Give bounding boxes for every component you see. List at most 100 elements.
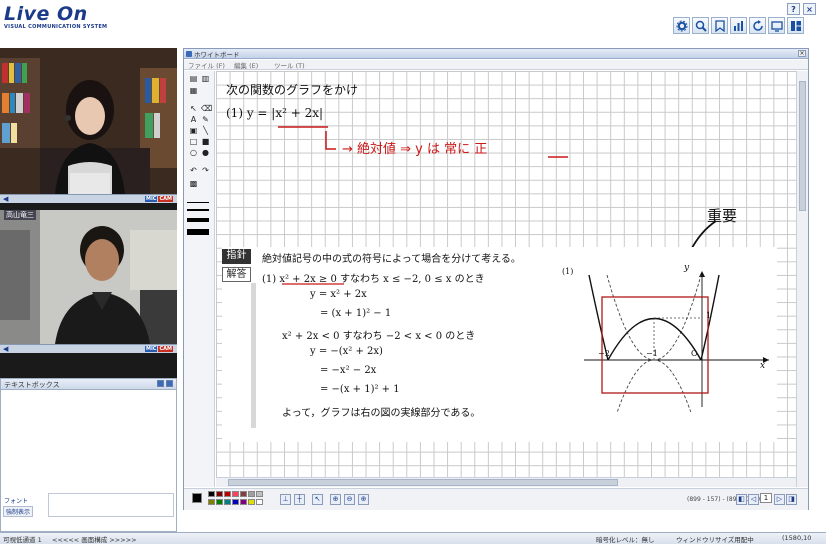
gear-icon[interactable] [673, 17, 690, 34]
line-icon[interactable]: ╲ [201, 126, 210, 135]
textbox-title: テキストボックス [4, 381, 60, 389]
video-1-bar: ◀ MIC CAM [0, 194, 177, 203]
force-display-button[interactable]: 強制表示 [3, 506, 34, 517]
app-logo: Live On VISUAL COMMUNICATION SYSTEM [4, 3, 107, 30]
video-feed-1: ◀ MIC CAM [0, 48, 177, 206]
zoom-fit-icon[interactable]: ⊕ [330, 494, 341, 505]
graph-tick-minus2: −2 [598, 349, 610, 358]
color-swatch[interactable] [256, 499, 263, 505]
undo-icon[interactable]: ↶ [189, 166, 198, 175]
paste-icon[interactable]: ▥ [201, 74, 210, 83]
text-tool-icon[interactable]: A [189, 115, 198, 124]
select-icon[interactable]: ↖ [189, 104, 198, 113]
line-width-thin[interactable] [187, 202, 209, 203]
minimize-icon[interactable] [157, 380, 164, 387]
vertical-scrollbar-thumb[interactable] [799, 81, 806, 211]
menu-edit[interactable]: 編集 (E) [234, 60, 258, 70]
menu-file[interactable]: ファイル (F) [188, 60, 225, 70]
help-button[interactable]: ? [787, 3, 800, 15]
horizontal-scrollbar-thumb[interactable] [228, 479, 618, 486]
color-swatch[interactable] [248, 499, 255, 505]
copy-icon[interactable]: ▤ [189, 74, 198, 83]
image-icon[interactable]: ▩ [189, 179, 198, 188]
current-color-swatch[interactable] [192, 493, 202, 503]
color-swatch[interactable] [224, 491, 231, 497]
marker-icon[interactable]: ▣ [189, 126, 198, 135]
color-swatch[interactable] [248, 491, 255, 497]
solution-line-6: = −x² − 2x [320, 365, 377, 376]
whiteboard-titlebar: ホワイトボード × [184, 49, 808, 59]
whiteboard-canvas[interactable]: 次の関数のグラフをかけ (1) y = |x² + 2x| → 絶対値 ⇒ y … [216, 71, 796, 487]
whiteboard-close-button[interactable]: × [798, 50, 806, 57]
page-number[interactable]: 1 [760, 493, 772, 503]
whiteboard-bottom-toolbar: ⊥ ┼ ↖ ⊕ ⊖ ⊕ (899 - 157) - (899 - 157) ◧ … [184, 488, 808, 510]
solution-line-4: x² + 2x < 0 すなわち −2 < x < 0 のとき [282, 331, 476, 342]
mic-badge[interactable]: MIC [144, 196, 158, 202]
color-swatch[interactable] [232, 491, 239, 497]
zoom-in-icon[interactable]: ⊕ [358, 494, 369, 505]
color-swatch[interactable] [216, 491, 223, 497]
monitor-icon[interactable] [768, 17, 785, 34]
graph-x-axis-label: x [760, 361, 766, 371]
pointer-icon[interactable]: ↖ [312, 494, 323, 505]
pin-icon[interactable]: ⊥ [280, 494, 291, 505]
zoom-out-icon[interactable]: ⊖ [344, 494, 355, 505]
prev-page-icon[interactable]: ◁ [748, 494, 759, 505]
status-nav[interactable]: <<<<< 画面構成 >>>>> [52, 534, 137, 544]
print-icon[interactable]: ▦ [189, 86, 198, 95]
close-button[interactable]: × [803, 3, 816, 15]
video-1-image [0, 48, 177, 194]
refresh-icon[interactable] [749, 17, 766, 34]
line-width-heavy[interactable] [187, 229, 209, 235]
textbox-panel: テキストボックス フォント 強制表示 [0, 378, 177, 532]
menu-tools[interactable]: ツール (T) [274, 60, 305, 70]
font-button[interactable]: フォント [4, 496, 28, 505]
window-controls: ? × [787, 3, 816, 15]
rect-fill-icon[interactable]: ■ [201, 137, 210, 146]
graph-label: (1) [562, 267, 574, 276]
rect-outline-icon[interactable]: □ [189, 137, 198, 146]
cam-badge[interactable]: CAM [158, 196, 173, 202]
whiteboard-window: ホワイトボード × ファイル (F) 編集 (E) ツール (T) ▤ ▥ ▦ … [183, 48, 809, 510]
solution-block: 指針 解答 絶対値記号の中の式の符号によって場合を分けて考える。 (1) x² … [222, 247, 777, 446]
speaker-icon[interactable]: ◀ [3, 345, 8, 353]
color-swatch[interactable] [240, 491, 247, 497]
video-feed-2: 高山竜三 ◀ MIC CAM [0, 210, 177, 360]
mic-badge[interactable]: MIC [144, 346, 158, 352]
line-width-thick[interactable] [187, 218, 209, 222]
bookmark-icon[interactable] [711, 17, 728, 34]
chart-icon[interactable] [730, 17, 747, 34]
pen-icon[interactable]: ✎ [201, 115, 210, 124]
last-page-icon[interactable]: ◨ [786, 494, 797, 505]
first-page-icon[interactable]: ◧ [736, 494, 747, 505]
search-icon[interactable] [692, 17, 709, 34]
color-swatch[interactable] [208, 491, 215, 497]
ellipse-outline-icon[interactable]: ○ [189, 148, 198, 157]
color-swatch[interactable] [256, 491, 263, 497]
next-page-icon[interactable]: ▷ [774, 494, 785, 505]
horizontal-scrollbar[interactable] [216, 477, 796, 487]
grid-icon[interactable]: ┼ [294, 494, 305, 505]
whiteboard-icon [186, 51, 192, 57]
header-toolbar [673, 17, 804, 34]
color-swatch[interactable] [216, 499, 223, 505]
solution-line-3: = (x + 1)² − 1 [320, 308, 392, 319]
chat-input[interactable] [48, 493, 174, 517]
eraser-icon[interactable]: ⌫ [201, 104, 212, 113]
color-swatch[interactable] [240, 499, 247, 505]
close-icon[interactable] [166, 380, 173, 387]
textbox-titlebar: テキストボックス [1, 379, 176, 390]
color-swatch[interactable] [208, 499, 215, 505]
layout-icon[interactable] [787, 17, 804, 34]
app-header: Live On VISUAL COMMUNICATION SYSTEM ? × [0, 0, 826, 44]
status-encryption: 暗号化レベル：無し [596, 536, 655, 544]
cam-badge[interactable]: CAM [158, 346, 173, 352]
redo-icon[interactable]: ↷ [201, 166, 210, 175]
speaker-icon[interactable]: ◀ [3, 195, 8, 203]
color-swatch[interactable] [232, 499, 239, 505]
color-swatch[interactable] [224, 499, 231, 505]
vertical-scrollbar[interactable] [796, 71, 808, 487]
ellipse-fill-icon[interactable]: ● [201, 148, 210, 157]
line-width-medium[interactable] [187, 209, 209, 211]
left-panel: ◀ MIC CAM 高山竜三 ◀ MIC CAM テキストボックス フォント 強… [0, 48, 177, 532]
